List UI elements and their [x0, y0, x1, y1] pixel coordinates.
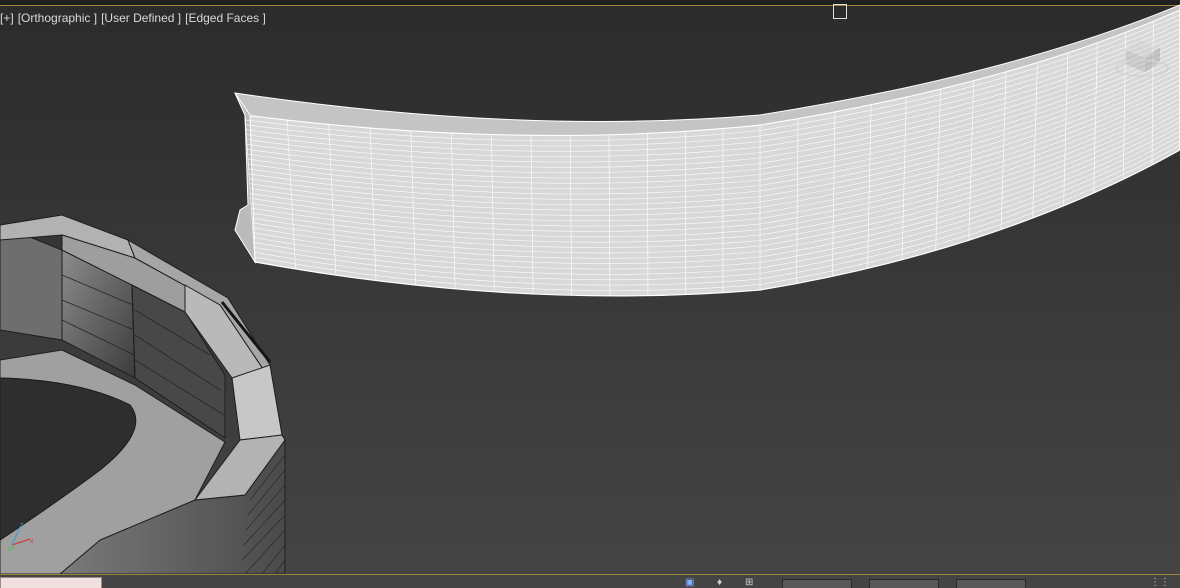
more-options-icon[interactable]: ⋮⋮ [1150, 578, 1170, 588]
maxscript-listener-field[interactable] [0, 577, 102, 588]
coord-x-field[interactable] [782, 579, 852, 588]
svg-text:z: z [20, 522, 24, 529]
viewport-view-type[interactable]: [Orthographic ] [18, 11, 97, 25]
coord-y-field[interactable] [869, 579, 939, 588]
viewport-label[interactable]: [+] [Orthographic ] [User Defined ] [Edg… [0, 11, 266, 25]
status-bar: ▣ ♦ ⊞ ⋮⋮ [0, 574, 1180, 588]
grid-icon[interactable]: ⊞ [745, 578, 753, 588]
viewport-edged-faces[interactable]: [Edged Faces ] [185, 11, 266, 25]
key-icon[interactable]: ♦ [717, 578, 722, 588]
viewport-orthographic[interactable]: x z y [+] [Orthographic ] [User Defined … [0, 0, 1180, 588]
coord-z-field[interactable] [956, 579, 1026, 588]
viewport-shading-mode[interactable]: [User Defined ] [101, 11, 181, 25]
selection-lock-icon[interactable]: ▣ [685, 578, 694, 588]
svg-text:y: y [8, 546, 12, 553]
curved-band-mesh[interactable] [234, 4, 1180, 297]
faceted-ring-mesh[interactable] [0, 214, 286, 575]
viewport-menu-plus[interactable]: [+] [0, 11, 14, 25]
svg-text:x: x [30, 538, 34, 545]
scene-canvas[interactable]: x z y [0, 0, 1180, 588]
